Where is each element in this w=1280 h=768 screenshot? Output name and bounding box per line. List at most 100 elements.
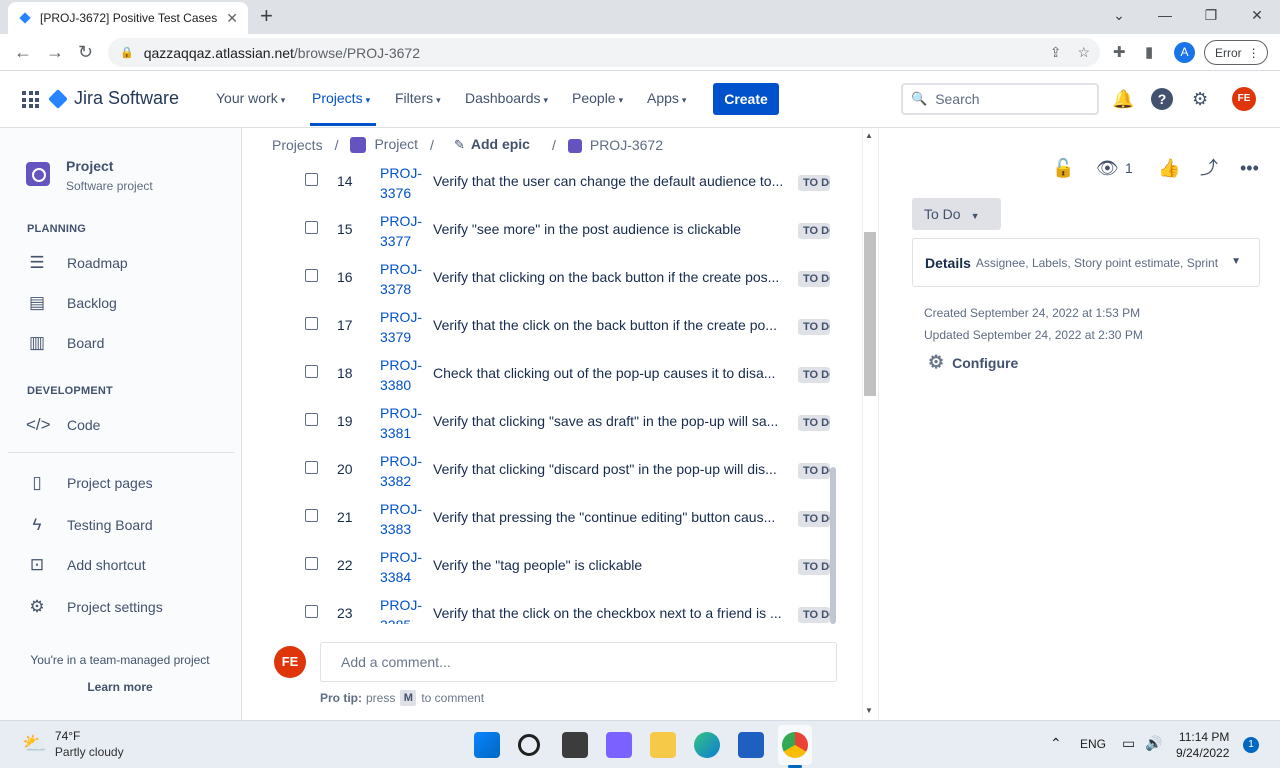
issue-summary[interactable]: Verify that the click on the back button…: [433, 317, 788, 333]
table-row[interactable]: 18 PROJ-​3380 Check that clicking out of t…: [272, 352, 837, 400]
share-icon[interactable]: ⇪: [1050, 44, 1062, 61]
table-row[interactable]: 16 PROJ-​3378 Verify that clicking on the …: [272, 256, 837, 304]
edge-browser-icon[interactable]: [694, 732, 720, 758]
breadcrumb-project[interactable]: Project: [350, 136, 418, 154]
child-list-scrollbar[interactable]: [830, 467, 836, 624]
chrome-browser-icon[interactable]: [782, 732, 808, 758]
status-badge[interactable]: TO DO: [798, 415, 830, 431]
add-epic-button[interactable]: ✎ Add epic: [454, 136, 530, 153]
issue-summary[interactable]: Verify that the user can change the defa…: [433, 173, 788, 189]
issue-summary[interactable]: Verify that the click on the checkbox ne…: [433, 605, 788, 621]
sidebar-item-backlog[interactable]: ▤ Backlog: [26, 293, 117, 313]
browser-error-button[interactable]: Error ⋮: [1204, 40, 1268, 65]
status-badge[interactable]: TO DO: [798, 271, 830, 287]
search-icon[interactable]: [518, 734, 540, 756]
task-view-icon[interactable]: [562, 732, 588, 758]
row-checkbox[interactable]: [305, 509, 318, 522]
row-checkbox[interactable]: [305, 413, 318, 426]
side-panel-icon[interactable]: ▮: [1145, 43, 1153, 61]
row-checkbox[interactable]: [305, 461, 318, 474]
new-tab-icon[interactable]: +: [260, 5, 273, 27]
table-row[interactable]: 22 PROJ-​3384 Verify the "tag people" is c…: [272, 544, 837, 592]
issue-key-link[interactable]: PROJ-​3384: [380, 547, 430, 587]
issue-summary[interactable]: Verify that clicking "save as draft" in …: [433, 413, 788, 429]
issue-key-link[interactable]: PROJ-​3377: [380, 211, 430, 251]
volume-icon[interactable]: 🔊: [1145, 735, 1162, 752]
settings-gear-icon[interactable]: ⚙: [1192, 88, 1208, 110]
nav-your-work[interactable]: Your work ▾: [216, 90, 285, 106]
url-field[interactable]: 🔒 qazzaqqaz.atlassian.net/browse/PROJ-36…: [108, 38, 1100, 67]
tab-search-icon[interactable]: ⌄: [1096, 0, 1142, 34]
like-thumbs-up-icon[interactable]: 👍: [1158, 158, 1180, 178]
browser-tab[interactable]: [PROJ-3672] Positive Test Cases ✕: [8, 2, 248, 34]
jira-logo[interactable]: Jira Software: [48, 88, 179, 109]
nav-filters[interactable]: Filters ▾: [395, 90, 441, 106]
windows-start-icon[interactable]: [474, 732, 500, 758]
issue-key-link[interactable]: PROJ-​3382: [380, 451, 430, 491]
nav-apps[interactable]: Apps ▾: [647, 90, 686, 106]
sidebar-item-code[interactable]: </> Code: [26, 415, 100, 435]
status-badge[interactable]: TO DO: [798, 607, 830, 623]
issue-key-link[interactable]: PROJ-​3376: [380, 163, 430, 203]
row-checkbox[interactable]: [305, 317, 318, 330]
table-row[interactable]: 14 PROJ-​3376 Verify that the user can cha…: [272, 160, 837, 208]
issue-key-link[interactable]: PROJ-​3378: [380, 259, 430, 299]
back-icon[interactable]: ←: [14, 42, 32, 62]
status-badge[interactable]: TO DO: [798, 175, 830, 191]
microsoft-store-icon[interactable]: [738, 732, 764, 758]
network-icon[interactable]: ▭: [1122, 735, 1135, 752]
issue-key-link[interactable]: PROJ-​3379: [380, 307, 430, 347]
more-actions-icon[interactable]: •••: [1240, 158, 1259, 178]
learn-more-link[interactable]: Learn more: [0, 680, 240, 694]
notifications-bell-icon[interactable]: 🔔: [1112, 88, 1134, 110]
issue-summary[interactable]: Verify that clicking on the back button …: [433, 269, 788, 285]
scroll-up-icon[interactable]: ▲: [865, 131, 873, 140]
create-button[interactable]: Create: [713, 83, 779, 115]
main-scrollbar-track[interactable]: [862, 128, 878, 720]
lock-icon[interactable]: 🔒: [120, 46, 134, 59]
scroll-down-icon[interactable]: ▼: [865, 706, 873, 715]
search-input[interactable]: [935, 91, 1086, 107]
table-row[interactable]: 20 PROJ-​3382 Verify that clicking "discar…: [272, 448, 837, 496]
sidebar-item-roadmap[interactable]: ☰ Roadmap: [26, 253, 127, 273]
configure-button[interactable]: ⚙ Configure: [928, 352, 1018, 373]
breadcrumb-projects[interactable]: Projects: [272, 137, 323, 153]
sidebar-item-project-settings[interactable]: ⚙ Project settings: [26, 597, 162, 617]
nav-dashboards[interactable]: Dashboards ▾: [465, 90, 548, 106]
row-checkbox[interactable]: [305, 557, 318, 570]
row-checkbox[interactable]: [305, 269, 318, 282]
minimize-icon[interactable]: —: [1142, 0, 1188, 34]
row-checkbox[interactable]: [305, 365, 318, 378]
tab-close-icon[interactable]: ✕: [226, 10, 238, 27]
sidebar-item-add-shortcut[interactable]: ⊡ Add shortcut: [26, 555, 146, 575]
bookmark-star-icon[interactable]: ☆: [1077, 44, 1090, 61]
sidebar-item-project-pages[interactable]: ▯ Project pages: [26, 473, 152, 493]
issue-key-link[interactable]: PROJ-​3380: [380, 355, 430, 395]
issue-summary[interactable]: Verify the "tag people" is clickable: [433, 557, 788, 573]
add-comment-input[interactable]: [320, 642, 837, 682]
table-row[interactable]: 23 PROJ-​3385Verify that the click on the…: [272, 592, 837, 624]
status-dropdown[interactable]: To Do ▼: [912, 198, 1001, 230]
issue-summary[interactable]: Verify that pressing the "continue editi…: [433, 509, 788, 525]
sidebar-item-testing-board[interactable]: ϟ Testing Board: [26, 515, 153, 535]
browser-profile-avatar[interactable]: A: [1174, 42, 1195, 63]
reload-icon[interactable]: ↻: [78, 42, 93, 62]
sidebar-item-board[interactable]: ▥ Board: [26, 333, 104, 353]
row-checkbox[interactable]: [305, 605, 318, 618]
watch-eye-icon[interactable]: 👁: [1096, 158, 1119, 178]
file-explorer-icon[interactable]: [650, 732, 676, 758]
details-accordion[interactable]: Details Assignee, Labels, Story point es…: [912, 238, 1260, 287]
forward-icon[interactable]: →: [46, 42, 64, 62]
user-avatar[interactable]: FE: [1232, 87, 1256, 111]
status-badge[interactable]: TO DO: [798, 319, 830, 335]
nav-people[interactable]: People ▾: [572, 90, 623, 106]
table-row[interactable]: 15 PROJ-​3377 Verify "see more" in the pos…: [272, 208, 837, 256]
issue-summary[interactable]: Check that clicking out of the pop-up ca…: [433, 365, 788, 381]
project-header[interactable]: Project Software project: [26, 158, 153, 193]
share-icon[interactable]: ⤴: [1200, 158, 1218, 178]
issue-key-link[interactable]: PROJ-​3381: [380, 403, 430, 443]
extensions-icon[interactable]: ✚: [1113, 43, 1126, 61]
breadcrumb-issue[interactable]: PROJ-3672: [567, 137, 663, 153]
tray-chevron-up-icon[interactable]: ⌃: [1050, 735, 1062, 752]
issue-key-link[interactable]: PROJ-​3385: [380, 595, 430, 624]
